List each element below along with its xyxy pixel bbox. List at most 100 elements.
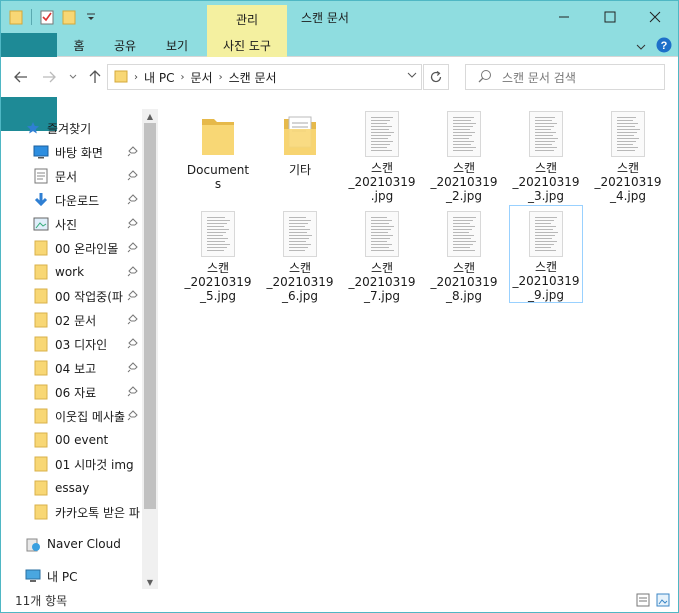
sidebar-item[interactable]: work: [33, 261, 141, 283]
breadcrumb-separator-icon[interactable]: ›: [219, 72, 223, 83]
sidebar-item-label: 내 PC: [47, 569, 78, 584]
breadcrumb-separator-icon[interactable]: ›: [180, 72, 184, 83]
properties-icon[interactable]: [38, 7, 56, 27]
scroll-up-icon[interactable]: ▲: [142, 109, 158, 123]
image-file-item[interactable]: 스캔 _20210319 _3.jpg: [509, 105, 583, 203]
item-count: 11개 항목: [15, 594, 68, 608]
expand-ribbon-icon[interactable]: [636, 40, 646, 54]
pin-icon: [127, 193, 139, 205]
file-name: 스캔 _20210319 _3.jpg: [510, 161, 582, 203]
pin-icon: [127, 337, 139, 349]
sidebar-item[interactable]: 문서: [33, 165, 141, 187]
sidebar-item[interactable]: 01 시마것 img: [33, 453, 141, 475]
download-icon: [33, 192, 49, 208]
search-input[interactable]: 스캔 문서 검색: [465, 64, 665, 90]
sidebar-item[interactable]: 00 작업중(파: [33, 285, 141, 307]
image-file-item[interactable]: 스캔 _20210319 _6.jpg: [263, 205, 337, 303]
file-name-line: 스캔: [534, 161, 558, 175]
image-file-item[interactable]: 스캔 _20210319 _4.jpg: [591, 105, 665, 203]
new-folder-icon[interactable]: [60, 7, 78, 27]
details-view-icon[interactable]: [636, 593, 650, 610]
pin-icon: [127, 145, 139, 157]
sidebar-item[interactable]: 02 문서: [33, 309, 141, 331]
minimize-button[interactable]: [541, 1, 587, 33]
file-name-line: s: [214, 177, 222, 191]
tab-home[interactable]: 홈: [61, 33, 97, 57]
sidebar-item-label: 04 보고: [55, 361, 97, 376]
sidebar-item[interactable]: 00 온라인몰: [33, 237, 141, 259]
recent-locations-button[interactable]: [63, 67, 83, 87]
forward-button[interactable]: [39, 67, 59, 87]
large-icons-view-icon[interactable]: [656, 593, 670, 610]
breadcrumb-separator-icon[interactable]: ›: [134, 72, 138, 83]
close-button[interactable]: [632, 1, 678, 33]
folder-icon: [33, 384, 49, 400]
sidebar-item-label: 문서: [55, 169, 78, 184]
sidebar-item-label: 즐겨찾기: [47, 121, 92, 136]
sidebar-item-label: 카카오톡 받은 파: [55, 505, 140, 520]
image-file-item[interactable]: 스캔 _20210319 .jpg: [345, 105, 419, 203]
sidebar-item[interactable]: 03 디자인: [33, 333, 141, 355]
file-name-line: 스캔: [616, 161, 640, 175]
sidebar-scrollbar[interactable]: ▲ ▼: [142, 109, 158, 589]
sidebar-item[interactable]: 다운로드: [33, 189, 141, 211]
tab-share[interactable]: 공유: [105, 33, 145, 57]
file-name-line: _7.jpg: [363, 289, 401, 303]
help-icon[interactable]: ?: [656, 37, 672, 56]
sidebar-item[interactable]: 바탕 화면: [33, 141, 141, 163]
file-name-line: 스캔: [370, 261, 394, 275]
tab-picture-tools[interactable]: 사진 도구: [207, 33, 287, 57]
up-button[interactable]: [85, 67, 105, 87]
image-file-item[interactable]: 스캔 _20210319 _2.jpg: [427, 105, 501, 203]
sidebar-item-quick-access[interactable]: 즐겨찾기: [25, 117, 158, 139]
folder-item[interactable]: 기타: [263, 105, 337, 203]
breadcrumb-documents[interactable]: 문서: [190, 69, 212, 86]
up-arrow-icon: [89, 70, 101, 83]
refresh-button[interactable]: [423, 64, 449, 90]
sidebar-item[interactable]: 06 자료: [33, 381, 141, 403]
forward-arrow-icon: [43, 71, 56, 83]
sidebar-item[interactable]: 카카오톡 받은 파: [33, 501, 141, 523]
breadcrumb-this-pc[interactable]: 내 PC: [144, 69, 174, 86]
sidebar-item-naver-cloud[interactable]: Naver Cloud: [25, 533, 158, 555]
sidebar-item[interactable]: 00 event: [33, 429, 141, 451]
file-name-line: _20210319: [512, 175, 580, 189]
back-arrow-icon: [14, 71, 27, 83]
file-name-line: _20210319: [430, 175, 498, 189]
window-title: 스캔 문서: [301, 11, 349, 25]
image-file-item[interactable]: 스캔 _20210319 _8.jpg: [427, 205, 501, 303]
file-name: 스캔 _20210319 _7.jpg: [346, 261, 418, 303]
folder-icon: [114, 69, 128, 86]
sidebar-item-this-pc[interactable]: 내 PC: [25, 565, 158, 587]
explorer-window: 관리 스캔 문서 파일 홈 공유 보기 사진 도구 ?: [0, 0, 679, 613]
ribbon-right-controls: ?: [636, 37, 672, 56]
folder-item[interactable]: Document s: [181, 105, 255, 203]
back-button[interactable]: [11, 67, 31, 87]
scrollbar-thumb[interactable]: [144, 123, 156, 509]
folder-icon: [33, 264, 49, 280]
folder-icon: [33, 336, 49, 352]
image-thumbnail-icon: [522, 210, 570, 258]
scroll-down-icon[interactable]: ▼: [142, 575, 158, 589]
sidebar-item[interactable]: 04 보고: [33, 357, 141, 379]
sidebar-item-label: 다운로드: [55, 193, 100, 208]
close-icon: [649, 11, 661, 23]
image-file-item[interactable]: 스캔 _20210319 _9.jpg: [509, 205, 583, 303]
image-thumbnail-icon: [276, 209, 324, 259]
file-name: 스캔 _20210319 _9.jpg: [510, 260, 582, 302]
breadcrumb-scans[interactable]: 스캔 문서: [229, 69, 277, 86]
file-name-line: _20210319: [266, 275, 334, 289]
customize-toolbar-icon[interactable]: [82, 7, 100, 27]
sidebar-item[interactable]: 이웃집 메사출: [33, 405, 141, 427]
image-thumbnail: [529, 211, 563, 257]
image-file-item[interactable]: 스캔 _20210319 _5.jpg: [181, 205, 255, 303]
address-dropdown-icon[interactable]: [407, 70, 417, 81]
tab-view[interactable]: 보기: [157, 33, 197, 57]
status-bar: 11개 항목: [1, 589, 678, 612]
sidebar-item-label: 00 작업중(파: [55, 289, 123, 304]
maximize-button[interactable]: [587, 1, 633, 33]
sidebar-item[interactable]: essay: [33, 477, 141, 499]
sidebar-item[interactable]: 사진: [33, 213, 141, 235]
address-bar[interactable]: › 내 PC › 문서 › 스캔 문서: [107, 64, 422, 90]
image-file-item[interactable]: 스캔 _20210319 _7.jpg: [345, 205, 419, 303]
